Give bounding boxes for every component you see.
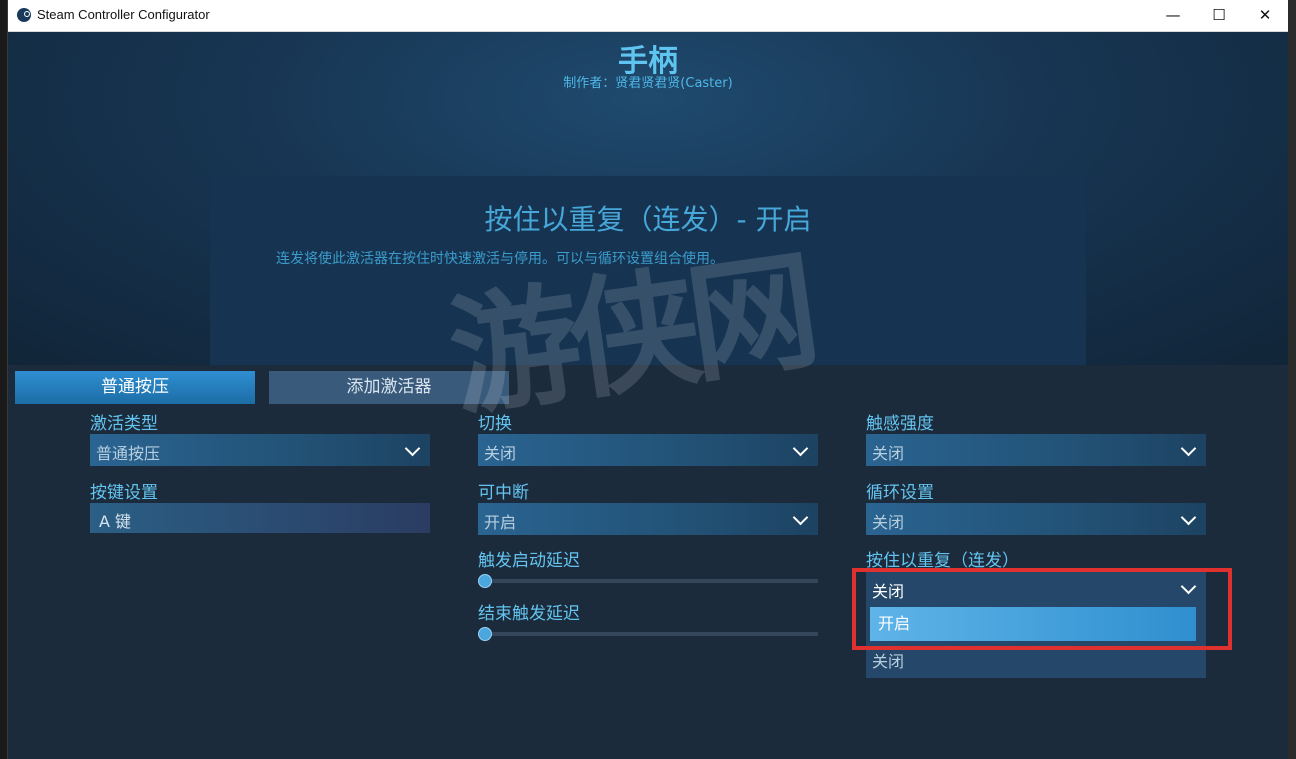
haptic-value: 关闭 xyxy=(872,444,905,463)
minimize-button[interactable]: — xyxy=(1150,0,1196,31)
config-header: 手柄 制作者：贤君贤君贤(Caster) 按住以重复（连发）- 开启 连发将使此… xyxy=(8,32,1288,365)
author-label: 制作者：贤君贤君贤(Caster) xyxy=(563,76,733,91)
key-binding-value: A 键 xyxy=(99,512,132,531)
activation-type-value: 普通按压 xyxy=(96,444,161,463)
key-binding-button[interactable]: A 键 xyxy=(90,503,430,533)
haptic-select[interactable]: 关闭 xyxy=(866,434,1206,466)
tab-add-activator[interactable]: 添加激活器 xyxy=(269,371,509,404)
chevron-down-icon xyxy=(1180,440,1197,457)
cycle-value: 关闭 xyxy=(872,513,905,532)
slider-handle[interactable] xyxy=(478,574,492,588)
info-title: 按住以重复（连发）- 开启 xyxy=(484,203,812,236)
key-settings-label: 按键设置 xyxy=(90,483,158,503)
start-delay-label: 触发启动延迟 xyxy=(478,551,580,571)
activation-type-select[interactable]: 普通按压 xyxy=(90,434,430,466)
chevron-down-icon xyxy=(1180,509,1197,526)
chevron-down-icon xyxy=(404,440,421,457)
toggle-select[interactable]: 关闭 xyxy=(478,434,818,466)
close-button[interactable]: ✕ xyxy=(1242,0,1288,31)
end-delay-label: 结束触发延迟 xyxy=(478,604,580,624)
interruptible-label: 可中断 xyxy=(478,483,529,503)
activation-type-label: 激活类型 xyxy=(90,414,158,434)
start-delay-slider[interactable] xyxy=(478,574,818,588)
settings-area: 普通按压 添加激活器 激活类型 普通按压 按键设置 A 键 切换 关闭 可中断 … xyxy=(8,365,1288,759)
cycle-label: 循环设置 xyxy=(866,483,934,503)
cycle-select[interactable]: 关闭 xyxy=(866,503,1206,535)
tab-normal-press[interactable]: 普通按压 xyxy=(15,371,255,404)
steam-icon xyxy=(17,8,31,22)
toggle-label: 切换 xyxy=(478,414,512,434)
window-title: Steam Controller Configurator xyxy=(37,7,210,22)
slider-handle[interactable] xyxy=(478,627,492,641)
interruptible-select[interactable]: 开启 xyxy=(478,503,818,535)
chevron-down-icon xyxy=(792,440,809,457)
background-window-edge xyxy=(1288,0,1296,759)
dropdown-option-off[interactable]: 关闭 xyxy=(872,648,904,672)
chevron-down-icon xyxy=(792,509,809,526)
end-delay-slider[interactable] xyxy=(478,627,818,641)
info-panel: 按住以重复（连发）- 开启 连发将使此激活器在按住时快速激活与停用。可以与循环设… xyxy=(210,176,1086,365)
maximize-button[interactable]: ☐ xyxy=(1196,0,1242,31)
configurator-window: Steam Controller Configurator — ☐ ✕ 手柄 制… xyxy=(8,0,1288,759)
interruptible-value: 开启 xyxy=(484,513,517,532)
info-description: 连发将使此激活器在按住时快速激活与停用。可以与循环设置组合使用。 xyxy=(276,251,724,267)
toggle-value: 关闭 xyxy=(484,444,517,463)
annotation-highlight xyxy=(852,568,1232,650)
title-bar: Steam Controller Configurator — ☐ ✕ xyxy=(8,0,1288,32)
haptic-label: 触感强度 xyxy=(866,414,934,434)
